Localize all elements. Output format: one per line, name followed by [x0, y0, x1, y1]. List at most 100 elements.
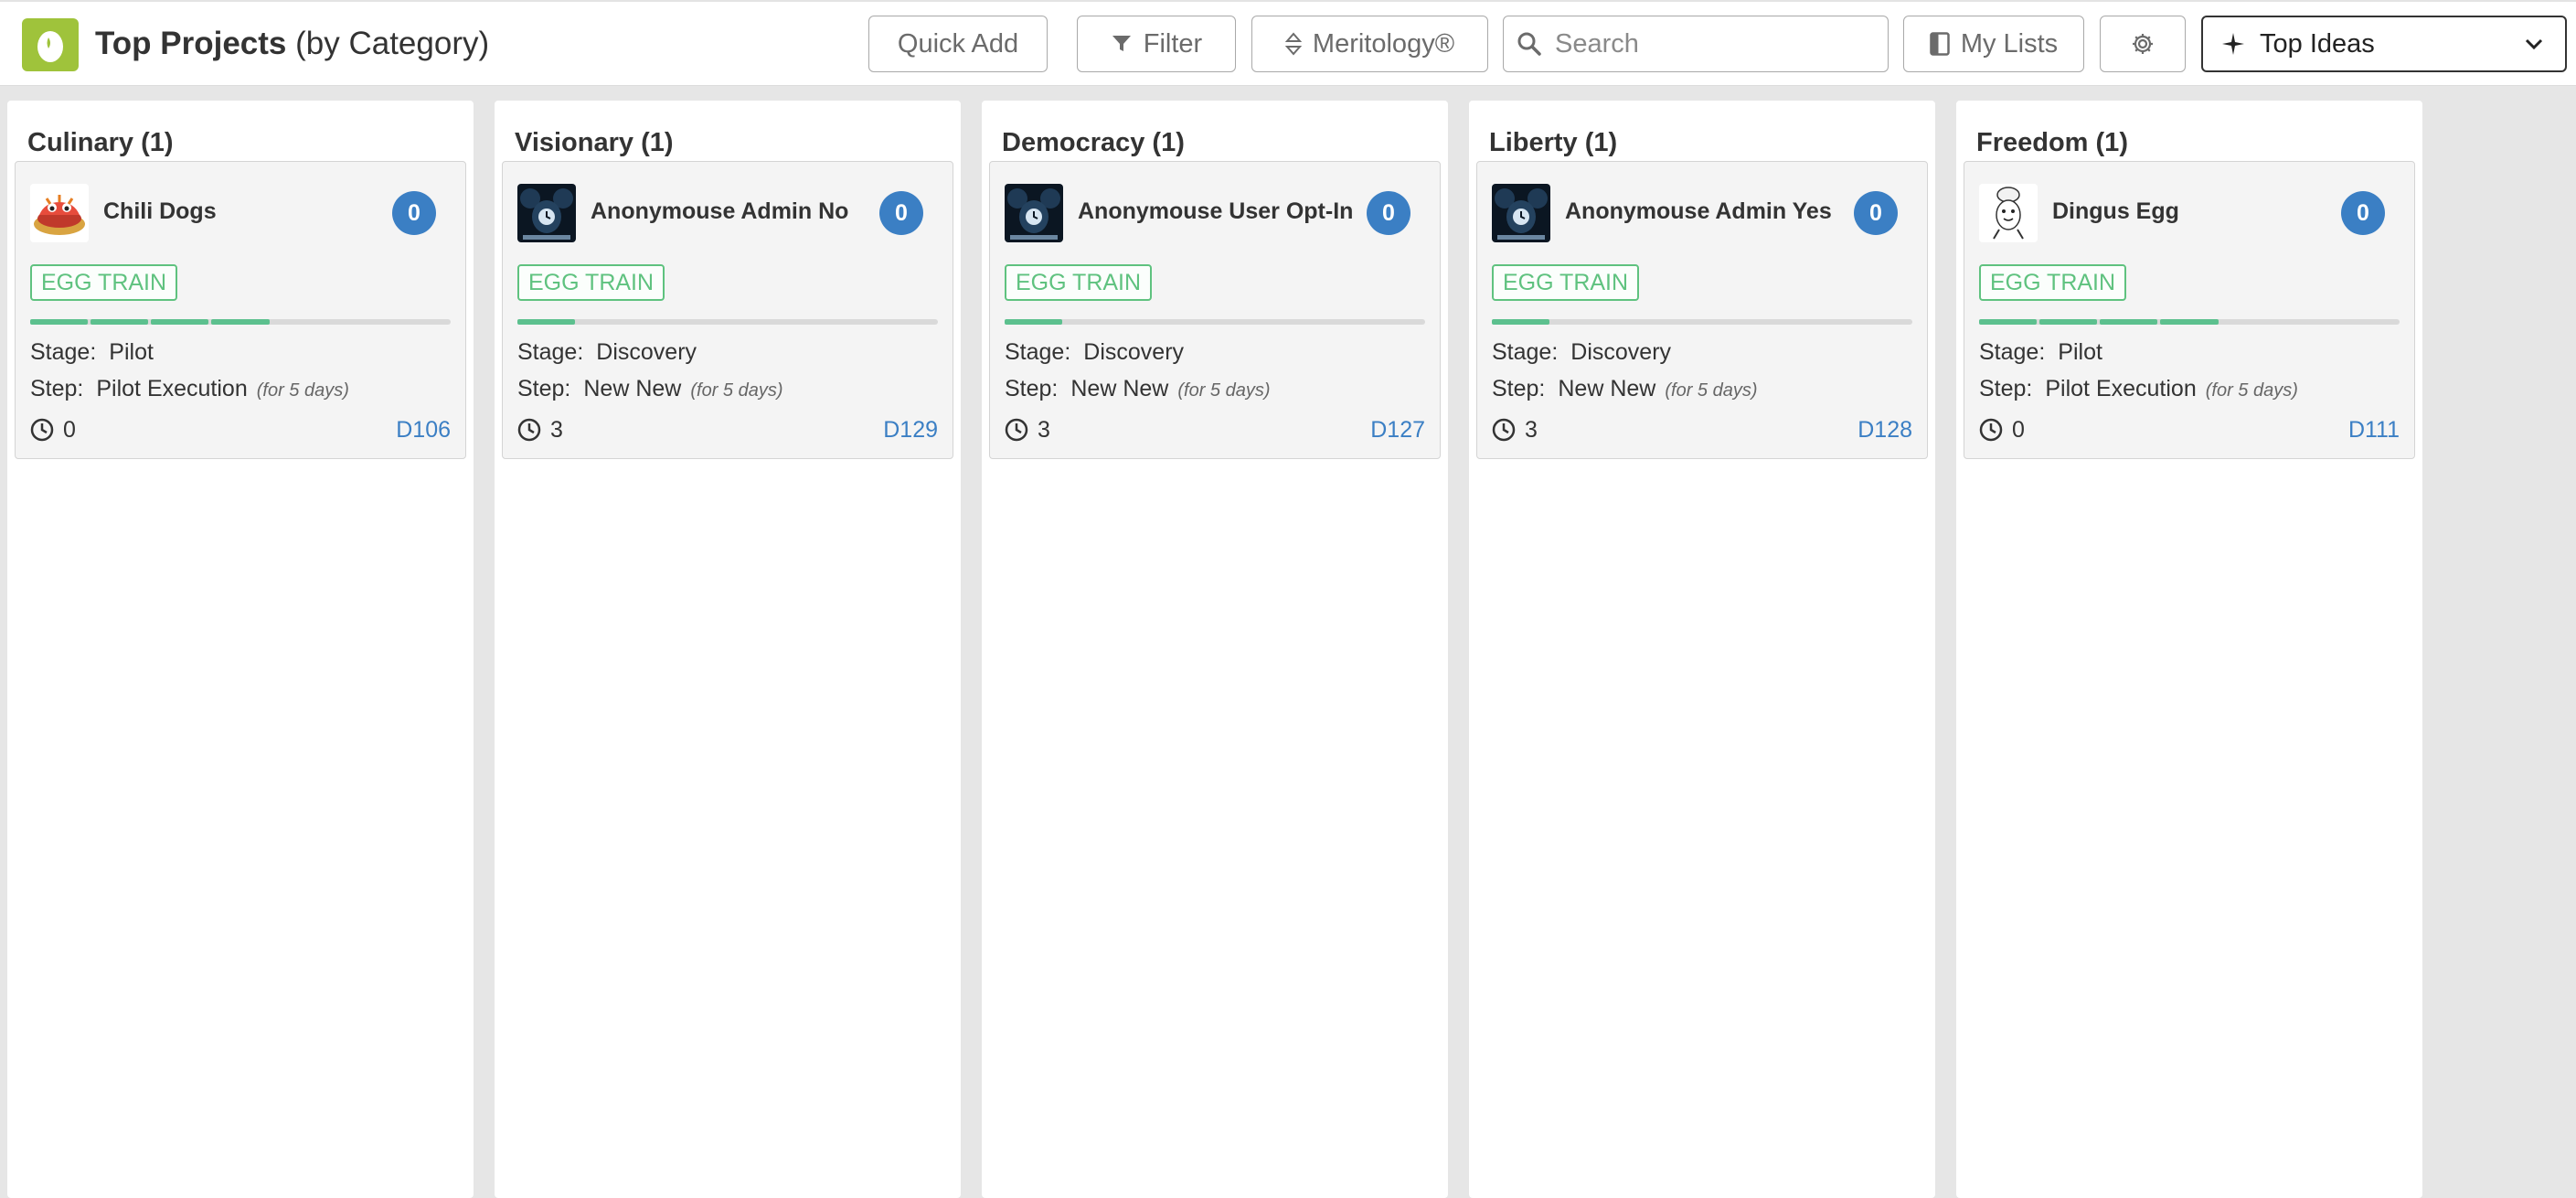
project-avatar [1492, 184, 1550, 242]
progress-segment [333, 319, 390, 325]
kanban-board: Culinary (1) Chili Dogs 0 EGG TRAIN Stag… [0, 86, 2576, 1198]
progress-segment [1307, 319, 1365, 325]
quick-add-button[interactable]: Quick Add [868, 16, 1048, 72]
project-card[interactable]: Anonymouse User Opt-In 0 EGG TRAIN Stage… [989, 161, 1441, 459]
step-label: Step: [1979, 376, 2033, 401]
progress-segment [2160, 319, 2219, 325]
chevron-down-icon [2525, 38, 2543, 50]
search-box[interactable] [1503, 16, 1889, 72]
stage-value: Discovery [596, 339, 697, 365]
step-row: Step: New New (for 5 days) [1005, 376, 1271, 402]
progress-segment [1005, 319, 1063, 325]
search-input[interactable] [1555, 28, 1866, 59]
stage-row: Stage: Pilot [30, 339, 154, 366]
project-code-link[interactable]: D111 [2348, 417, 2400, 444]
project-code-link[interactable]: D106 [396, 417, 451, 444]
my-lists-button[interactable]: My Lists [1903, 16, 2084, 72]
mouse-avatar-icon [1492, 184, 1550, 242]
status-tag: EGG TRAIN [1492, 264, 1640, 301]
category-column: Visionary (1) Anonymouse Admin No 0 EGG … [495, 101, 961, 1198]
gear-icon [2133, 34, 2153, 54]
project-card[interactable]: Chili Dogs 0 EGG TRAIN Stage: Pilot Step:… [15, 161, 466, 459]
settings-button[interactable] [2100, 16, 2186, 72]
project-title[interactable]: Anonymouse Admin Yes [1565, 198, 1832, 225]
progress-segment [272, 319, 330, 325]
progress-segment [820, 319, 878, 325]
step-row: Step: Pilot Execution (for 5 days) [1979, 376, 2298, 402]
step-duration: (for 5 days) [2205, 380, 2298, 401]
chili-dog-icon [30, 184, 89, 242]
progress-segment [698, 319, 756, 325]
card-footer: 0 D111 [1979, 416, 2400, 444]
progress-bar [517, 319, 938, 325]
column-title: Liberty (1) [1489, 128, 1618, 157]
project-title[interactable]: Dingus Egg [2052, 198, 2179, 225]
step-label: Step: [517, 376, 571, 401]
progress-segment [393, 319, 451, 325]
count-badge: 0 [1367, 191, 1410, 235]
category-column: Democracy (1) Anonymouse User Opt-In 0 E… [982, 101, 1448, 1198]
progress-segment [1734, 319, 1792, 325]
progress-segment [1855, 319, 1912, 325]
progress-segment [1552, 319, 1610, 325]
search-icon [1517, 32, 1541, 56]
progress-segment [30, 319, 89, 325]
clock-icon [1005, 418, 1028, 442]
step-value: New New [1070, 376, 1169, 401]
stage-row: Stage: Discovery [517, 339, 697, 366]
card-footer: 3 D127 [1005, 416, 1425, 444]
quick-add-label: Quick Add [897, 28, 1019, 59]
project-avatar [1979, 184, 2038, 242]
page-title-sub: (by Category) [286, 26, 490, 61]
app-logo[interactable] [22, 18, 79, 71]
step-value: New New [1558, 376, 1656, 401]
step-row: Step: New New (for 5 days) [1492, 376, 1758, 402]
stage-label: Stage: [1979, 339, 2046, 365]
filter-button[interactable]: Filter [1077, 16, 1236, 72]
column-title: Democracy (1) [1002, 128, 1185, 157]
time-count: 3 [1492, 417, 1538, 444]
count-badge: 0 [879, 191, 923, 235]
progress-segment [90, 319, 149, 325]
time-value: 3 [1525, 416, 1538, 443]
stage-row: Stage: Pilot [1979, 339, 2102, 366]
progress-segment [1186, 319, 1243, 325]
progress-segment [578, 319, 635, 325]
time-value: 0 [2012, 416, 2025, 443]
stage-label: Stage: [1492, 339, 1559, 365]
sort-arrows-icon [1284, 32, 1302, 56]
stage-row: Stage: Discovery [1492, 339, 1671, 366]
progress-segment [1979, 319, 2038, 325]
progress-segment [2221, 319, 2279, 325]
project-code-link[interactable]: D129 [883, 417, 938, 444]
project-code-link[interactable]: D127 [1370, 417, 1425, 444]
egg-logo-icon [37, 31, 63, 62]
project-code-link[interactable]: D128 [1857, 417, 1912, 444]
project-card[interactable]: Dingus Egg 0 EGG TRAIN Stage: Pilot Step:… [1964, 161, 2415, 459]
column-title: Freedom (1) [1976, 128, 2128, 157]
clock-icon [1979, 418, 2003, 442]
project-title[interactable]: Anonymouse User Opt-In [1078, 198, 1353, 225]
category-column: Liberty (1) Anonymouse Admin Yes 0 EGG T… [1469, 101, 1935, 1198]
progress-segment [760, 319, 817, 325]
view-select-dropdown[interactable]: Top Ideas [2201, 16, 2567, 72]
my-lists-label: My Lists [1960, 28, 2059, 59]
card-footer: 0 D106 [30, 416, 451, 444]
project-card[interactable]: Anonymouse Admin No 0 EGG TRAIN Stage: Di… [502, 161, 953, 459]
progress-segment [151, 319, 209, 325]
project-card[interactable]: Anonymouse Admin Yes 0 EGG TRAIN Stage: D… [1476, 161, 1928, 459]
stage-label: Stage: [30, 339, 97, 365]
count-badge: 0 [392, 191, 436, 235]
step-value: New New [583, 376, 682, 401]
project-title[interactable]: Chili Dogs [103, 198, 217, 225]
progress-bar [1005, 319, 1425, 325]
meritology-label: Meritology® [1312, 28, 1455, 59]
step-row: Step: New New (for 5 days) [517, 376, 783, 402]
category-column: Freedom (1) Dingus Egg 0 EGG TRAIN Stage… [1956, 101, 2422, 1198]
meritology-button[interactable]: Meritology® [1251, 16, 1488, 72]
stage-value: Discovery [1570, 339, 1672, 365]
egg-chef-icon [1979, 184, 2038, 242]
project-title[interactable]: Anonymouse Admin No [591, 198, 848, 225]
progress-segment [2342, 319, 2400, 325]
stage-label: Stage: [517, 339, 584, 365]
